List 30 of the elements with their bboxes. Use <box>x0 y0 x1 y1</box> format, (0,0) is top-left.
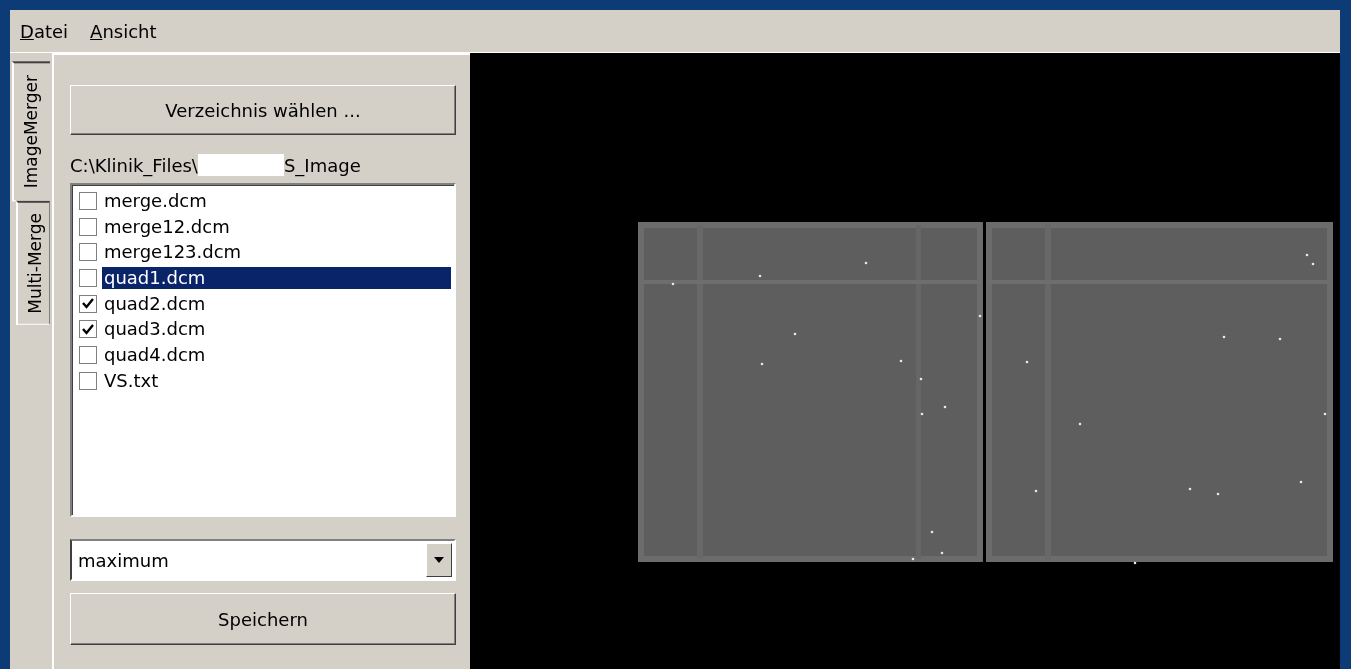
checkbox[interactable] <box>79 294 97 313</box>
caret-icon <box>434 557 444 563</box>
menu-item[interactable]: Ansicht <box>86 20 161 42</box>
save-button[interactable]: Speichern <box>70 593 456 645</box>
path-text: C:\Klinik_Files\ <box>70 154 198 176</box>
checkbox[interactable] <box>79 217 97 236</box>
checkbox[interactable] <box>79 243 97 262</box>
mode-dropdown[interactable]: maximum <box>70 539 456 581</box>
checkbox[interactable] <box>79 268 97 287</box>
path-text: S_Image <box>283 154 361 176</box>
side-tab[interactable]: Multi-Merge <box>16 201 50 326</box>
checkbox[interactable] <box>79 371 97 390</box>
file-item[interactable]: merge.dcm <box>102 189 451 212</box>
checkbox[interactable] <box>79 191 97 210</box>
checkbox[interactable] <box>79 345 97 364</box>
file-item[interactable]: merge12.dcm <box>102 215 451 238</box>
checkmark-icon <box>82 298 94 310</box>
file-item[interactable]: VS.txt <box>102 369 451 392</box>
side-tab[interactable]: ImageMerger <box>12 61 50 202</box>
choose-folder-button[interactable]: Verzeichnis wählen ... <box>70 85 456 135</box>
checkbox[interactable] <box>79 320 97 339</box>
menu-item[interactable]: Datei <box>16 20 73 42</box>
dropdown-button[interactable] <box>426 543 452 577</box>
checkmark-icon <box>82 323 94 335</box>
file-item[interactable]: merge123.dcm <box>102 241 451 264</box>
dropdown-value: maximum <box>77 549 170 571</box>
file-item[interactable]: quad4.dcm <box>102 343 451 366</box>
file-item[interactable]: quad3.dcm <box>102 318 451 341</box>
file-item[interactable]: quad1.dcm <box>102 266 451 289</box>
file-item[interactable]: quad2.dcm <box>102 292 451 315</box>
